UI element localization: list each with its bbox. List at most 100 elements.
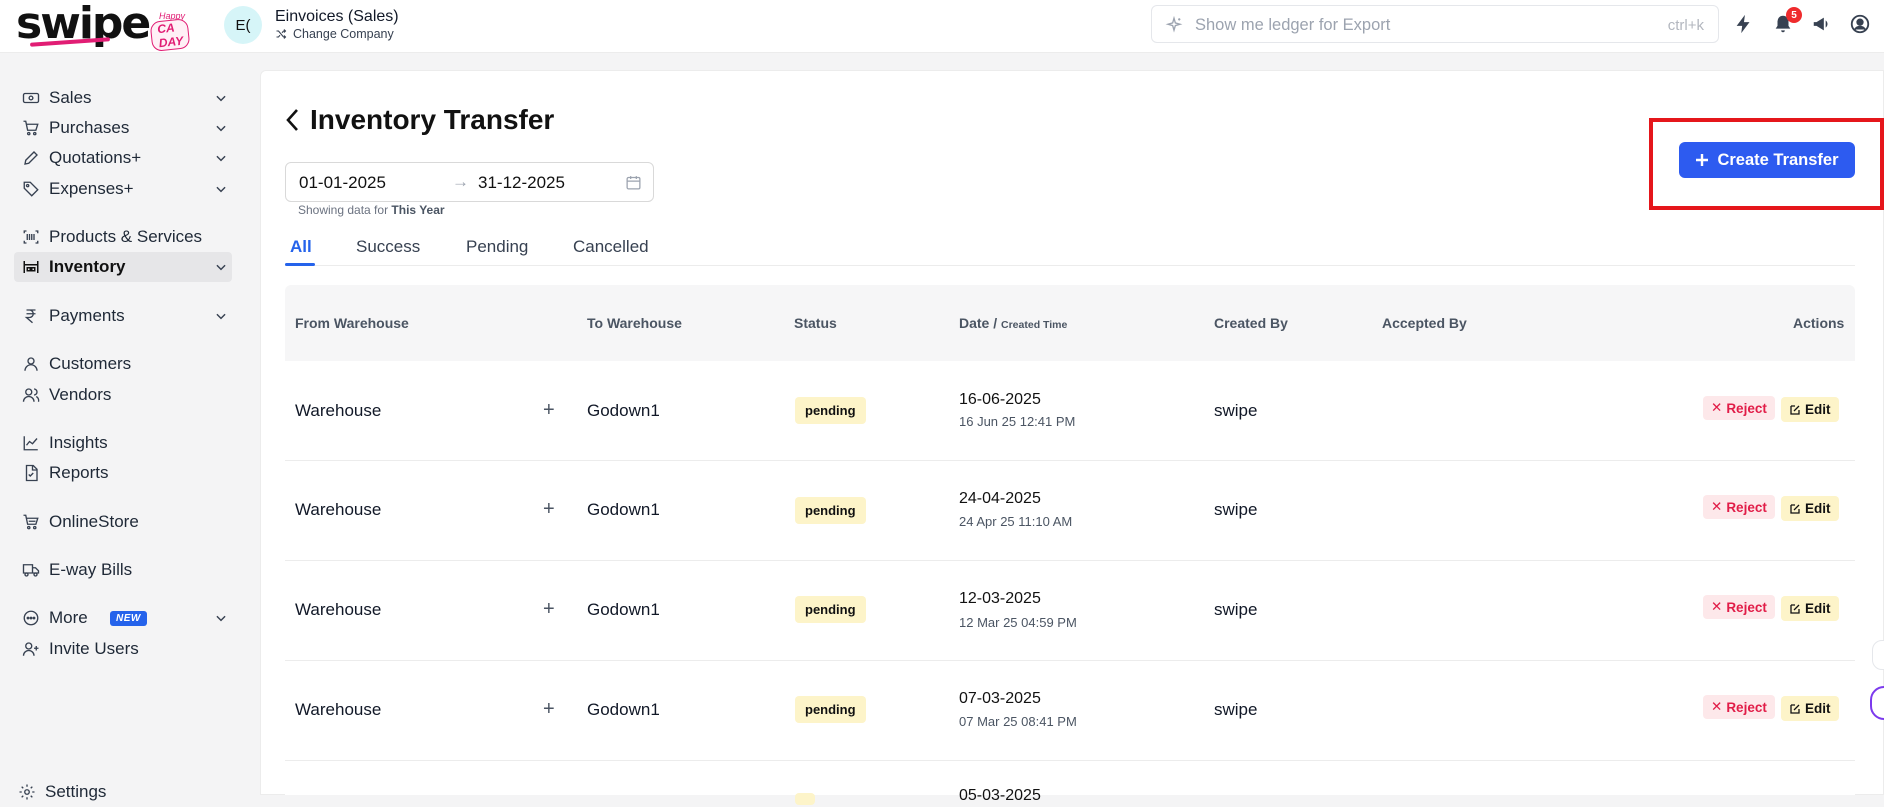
sidebar-item-customers[interactable]: Customers: [14, 349, 232, 379]
chart-line-icon: [23, 436, 38, 451]
edit-icon: [1790, 404, 1800, 415]
notification-count-badge: 5: [1786, 7, 1802, 23]
plus-icon: +: [543, 698, 555, 720]
sidebar-item-onlinestore[interactable]: OnlineStore: [14, 507, 232, 537]
sidebar-item-more[interactable]: More NEW: [14, 603, 232, 633]
sidebar-item-label: Payments: [49, 306, 125, 325]
sidebar-item-label: More: [49, 608, 88, 627]
user-icon: [24, 357, 38, 371]
shuffle-icon: [276, 29, 287, 39]
sidebar-item-expenses[interactable]: Expenses+: [14, 174, 232, 204]
store-cart-icon: [23, 514, 39, 530]
reject-button[interactable]: ✕ Reject: [1703, 595, 1775, 619]
edit-button[interactable]: Edit: [1781, 496, 1839, 521]
company-name[interactable]: Einvoices (Sales): [275, 8, 399, 26]
sidebar-item-inventory[interactable]: Inventory: [14, 252, 232, 282]
status-badge: pending: [795, 397, 866, 424]
date-range-picker[interactable]: 01-01-2025 → 31-12-2025: [285, 162, 654, 202]
chevron-down-icon: [216, 313, 226, 320]
side-drawer-handle[interactable]: [1872, 640, 1884, 670]
reject-button[interactable]: ✕ Reject: [1703, 695, 1775, 719]
from-warehouse: Warehouse: [295, 500, 382, 519]
table-row[interactable]: Warehouse + Godown1 pending 07-03-2025 0…: [285, 661, 1855, 761]
edit-label: Edit: [1805, 701, 1831, 716]
created-by: swipe: [1214, 500, 1258, 519]
tab-pending[interactable]: Pending: [466, 237, 528, 257]
reject-label: Reject: [1726, 400, 1767, 416]
truck-icon: [22, 564, 40, 577]
to-warehouse: Godown1: [587, 600, 660, 619]
table-row[interactable]: Warehouse + Godown1 pending 16-06-2025 1…: [285, 361, 1855, 461]
created-time: 07 Mar 25 08:41 PM: [959, 714, 1077, 729]
megaphone-icon[interactable]: [1811, 13, 1833, 35]
lightning-icon[interactable]: [1733, 13, 1755, 35]
user-plus-icon: [22, 642, 39, 656]
edit-icon: [1790, 503, 1800, 514]
tag-icon: [23, 181, 39, 197]
from-warehouse: Warehouse: [295, 700, 382, 719]
table-row[interactable]: Warehouse + Godown1 pending 12-03-2025 1…: [285, 561, 1855, 661]
users-icon: [22, 388, 40, 402]
table-row[interactable]: Warehouse + Godown1 pending 24-04-2025 2…: [285, 461, 1855, 561]
company-avatar[interactable]: E(: [224, 6, 262, 44]
document-icon: [25, 464, 38, 482]
created-by: swipe: [1214, 600, 1258, 619]
sidebar-item-label: Products & Services: [49, 227, 203, 246]
user-profile-icon[interactable]: [1849, 13, 1871, 35]
calendar-icon[interactable]: [625, 174, 642, 191]
sidebar-item-label: Sales: [49, 88, 92, 107]
search-input[interactable]: Show me ledger for Export ctrl+k: [1151, 5, 1719, 43]
edit-button[interactable]: Edit: [1781, 397, 1839, 422]
tab-all[interactable]: All: [290, 237, 312, 257]
created-time: 24 Apr 25 11:10 AM: [959, 514, 1073, 529]
reject-label: Reject: [1726, 499, 1767, 515]
column-header-created-by: Created By: [1214, 315, 1288, 331]
reject-button[interactable]: ✕ Reject: [1703, 495, 1775, 519]
create-transfer-label: Create Transfer: [1717, 150, 1839, 169]
cash-icon: [22, 92, 40, 104]
reject-label: Reject: [1726, 599, 1767, 615]
plus-icon: [1696, 154, 1709, 166]
top-bar: swipe Happy CA DAY E( Einvoices (Sales) …: [0, 0, 1884, 53]
logo-ca-day-badge: CA DAY: [149, 18, 191, 52]
sidebar-item-settings[interactable]: Settings: [10, 777, 228, 807]
sidebar-item-purchases[interactable]: Purchases: [14, 113, 232, 143]
transfer-date: 12-03-2025: [959, 590, 1041, 607]
sidebar-item-invite-users[interactable]: Invite Users: [14, 634, 232, 664]
table-header: From Warehouse To Warehouse Status Date …: [285, 285, 1855, 361]
sidebar-item-label: Purchases: [49, 118, 130, 137]
reject-button[interactable]: ✕ Reject: [1703, 396, 1775, 420]
to-warehouse: Godown1: [587, 500, 660, 519]
chevron-down-icon: [216, 264, 226, 271]
sidebar-item-eway-bills[interactable]: E-way Bills: [14, 555, 232, 585]
showing-prefix: Showing data for: [298, 203, 389, 217]
sidebar-item-sales[interactable]: Sales: [14, 83, 232, 113]
back-arrow-icon[interactable]: [284, 107, 302, 133]
sidebar-item-insights[interactable]: Insights: [14, 428, 232, 458]
date-to[interactable]: 31-12-2025: [478, 173, 565, 193]
sidebar-item-label: Customers: [49, 354, 132, 373]
sidebar-item-label: Reports: [49, 463, 109, 482]
sidebar-item-label: Inventory: [49, 257, 126, 276]
sidebar-item-label: Expenses+: [49, 179, 134, 198]
change-company-label: Change Company: [293, 27, 394, 41]
sidebar-item-vendors[interactable]: Vendors: [14, 380, 232, 410]
create-transfer-button[interactable]: Create Transfer: [1679, 142, 1855, 178]
date-range-arrow: →: [452, 172, 469, 191]
edit-label: Edit: [1805, 402, 1831, 417]
sidebar-item-products[interactable]: Products & Services: [14, 222, 232, 252]
edit-icon: [1790, 603, 1800, 614]
date-from[interactable]: 01-01-2025: [299, 173, 386, 193]
change-company-link[interactable]: Change Company: [275, 27, 394, 41]
edit-button[interactable]: Edit: [1781, 596, 1839, 621]
sidebar-item-reports[interactable]: Reports: [14, 458, 232, 488]
sparkle-icon: [1165, 16, 1183, 33]
showing-period-text: Showing data for This Year: [298, 203, 445, 217]
table-row[interactable]: 05-03-2025: [285, 761, 1855, 805]
sidebar-item-quotations[interactable]: Quotations+: [14, 143, 232, 173]
edit-button[interactable]: Edit: [1781, 696, 1839, 721]
tab-cancelled[interactable]: Cancelled: [573, 237, 649, 257]
tab-success[interactable]: Success: [356, 237, 420, 257]
sidebar-item-payments[interactable]: Payments: [14, 301, 232, 331]
more-dots-icon: [23, 610, 39, 626]
